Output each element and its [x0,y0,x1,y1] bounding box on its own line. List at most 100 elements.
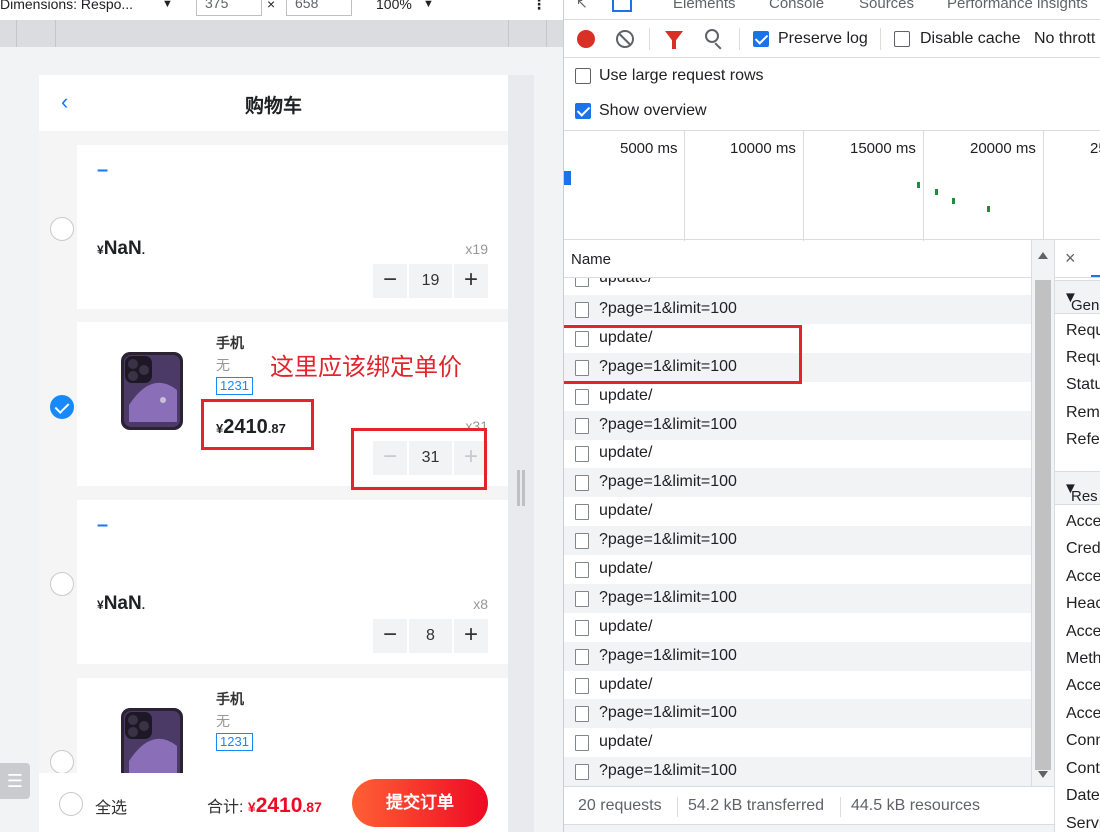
table-row[interactable]: update/ [564,671,1031,700]
response-headers-section[interactable]: ▼ Res [1055,471,1100,505]
large-rows-checkbox[interactable] [575,68,591,84]
response-header: Conn [1066,732,1100,749]
item-name: – [97,159,109,181]
viewport-edge [508,75,534,832]
table-row[interactable]: update/ [564,728,1031,757]
width-input[interactable]: 375 [196,0,262,16]
response-header: Acces [1066,623,1100,640]
request-table-header[interactable]: Name [564,240,1054,278]
item-checkbox[interactable] [50,217,74,241]
emulation-toolbar: Dimensions: Respo... ▼ 375 × 658 100% ▼ … [0,0,563,20]
chevron-down-icon[interactable]: ▼ [423,0,434,10]
general-field: Requ [1066,349,1100,366]
resize-handle[interactable] [517,470,525,506]
table-row[interactable]: ?page=1&limit=100 [564,699,1031,728]
height-input[interactable]: 658 [286,0,352,16]
annotation-box-stepper [351,428,487,490]
response-header: Heac [1066,595,1100,612]
decrease-button[interactable]: − [373,619,407,653]
item-checkbox[interactable] [50,572,74,596]
response-header: Acces [1066,568,1100,585]
increase-button[interactable]: + [454,619,488,653]
menu-icon[interactable]: ☰ [0,763,30,799]
media-query-ruler[interactable] [0,20,563,47]
disable-cache-checkbox[interactable] [894,31,910,47]
tab-performance-insights[interactable]: Performance insights [947,0,1088,12]
table-row[interactable]: update/ [564,555,1031,584]
resources-size: 44.5 kB resources [851,797,980,814]
phone-product-image [121,352,183,430]
table-row[interactable]: ?page=1&limit=100 [564,584,1031,613]
timeline-label: 25 [1090,140,1100,157]
select-all-checkbox[interactable] [59,792,83,816]
table-row[interactable]: ?page=1&limit=100 [564,526,1031,555]
preserve-log-checkbox[interactable] [753,31,769,47]
item-checkbox-checked[interactable] [50,395,74,419]
search-icon[interactable] [705,29,719,43]
chevron-down-icon[interactable]: ▼ [162,0,173,10]
table-row[interactable]: update/ [564,439,1031,468]
item-desc: 无 [216,713,230,729]
item-desc: 无 [216,357,230,373]
general-section[interactable]: ▼ Gen [1055,280,1100,314]
submit-order-button[interactable]: 提交订单 [352,779,488,827]
table-row[interactable]: ?page=1&limit=100 [564,411,1031,440]
inspect-icon[interactable]: ↖ [576,0,588,12]
throttling-dropdown[interactable]: No thrott [1034,30,1095,48]
table-row[interactable]: update/ [564,278,1031,293]
item-tag: 1231 [216,377,253,395]
table-row[interactable]: update/ [564,382,1031,411]
record-icon[interactable] [577,30,595,48]
scrollbar-thumb[interactable] [1035,280,1051,770]
table-row[interactable]: update/ [564,613,1031,642]
more-options-icon[interactable]: ⋮ [532,0,546,13]
item-qty-label: x19 [465,241,488,257]
response-header: Crede [1066,540,1100,557]
filter-icon[interactable] [665,31,683,49]
show-overview-label[interactable]: Show overview [599,102,707,120]
quantity-input[interactable]: 8 [409,619,452,653]
table-row[interactable]: ?page=1&limit=100 [564,468,1031,497]
timeline-overview[interactable]: 5000 ms 10000 ms 15000 ms 20000 ms 25 [564,130,1100,241]
item-checkbox[interactable] [50,750,74,774]
dimensions-dropdown[interactable]: Dimensions: Respo... [0,0,133,12]
tab-elements[interactable]: Elements [673,0,736,12]
close-icon[interactable]: × [1065,248,1076,269]
annotation-note: 这里应该绑定单价 [270,354,462,381]
item-qty-label: x8 [473,596,488,612]
preserve-log-label[interactable]: Preserve log [778,30,868,48]
quantity-stepper: − 8 + [373,619,488,653]
tab-console[interactable]: Console [769,0,824,12]
zoom-dropdown[interactable]: 100% [376,0,412,12]
page-title: 购物车 [244,96,302,117]
network-status-bar: 20 requests 54.2 kB transferred 44.5 kB … [564,786,1054,824]
table-row[interactable]: ?page=1&limit=100 [564,757,1031,786]
request-details-panel: × ▼ Gen Requ Requ Statu Remo Refer ▼ Res… [1054,240,1100,832]
clear-icon[interactable] [616,30,634,48]
timeline-request-bar [564,171,571,185]
scroll-up-icon[interactable] [1038,252,1048,259]
item-tag: 1231 [216,733,253,751]
cart-item: – ¥NaN. x19 − 19 + [77,145,508,309]
table-row[interactable]: update/ [564,497,1031,526]
table-row[interactable]: ?page=1&limit=100 [564,295,1031,324]
timeline-label: 5000 ms [620,140,678,157]
tab-sources[interactable]: Sources [859,0,914,12]
network-toolbar: Preserve log Disable cache No thrott [564,20,1100,58]
large-rows-label[interactable]: Use large request rows [599,67,764,85]
nav-bar: ‹ 购物车 [39,75,508,131]
request-list-scrollbar[interactable] [1031,240,1054,786]
show-overview-checkbox[interactable] [575,103,591,119]
decrease-button[interactable]: − [373,264,407,298]
devtools-pane: ↖ Elements Console Sources Performance i… [563,0,1100,832]
name-column-header[interactable]: Name [571,251,611,268]
scroll-down-icon[interactable] [1038,771,1048,778]
table-row[interactable]: ?page=1&limit=100 [564,642,1031,671]
quantity-input[interactable]: 19 [409,264,452,298]
response-header: Acces [1066,513,1100,530]
general-field: Refer [1066,431,1100,448]
select-all-label[interactable]: 全选 [95,794,127,818]
disable-cache-label[interactable]: Disable cache [920,30,1021,48]
increase-button[interactable]: + [454,264,488,298]
device-toolbar-icon[interactable] [612,0,632,12]
